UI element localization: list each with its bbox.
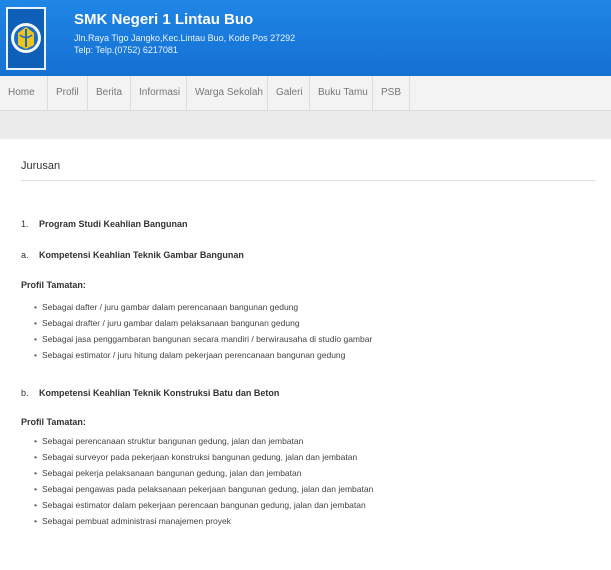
list-item: Sebagai pekerja pelaksanaan bangunan ged… (34, 465, 373, 481)
list-item: Sebagai dafter / juru gambar dalam peren… (34, 299, 372, 315)
program-heading: 1. Program Studi Keahlian Bangunan (21, 219, 188, 229)
main-content: Jurusan 1. Program Studi Keahlian Banguna… (0, 139, 611, 570)
nav-item-galeri[interactable]: Galeri (268, 76, 310, 110)
profile-list-a: Sebagai dafter / juru gambar dalam peren… (34, 299, 372, 363)
list-item: Sebagai pembuat administrasi manajemen p… (34, 513, 373, 529)
school-phone: Telp: Telp.(0752) 6217081 (74, 45, 178, 55)
school-name[interactable]: SMK Negeri 1 Lintau Buo (74, 11, 253, 28)
profile-label-a: Profil Tamatan: (21, 280, 86, 290)
page-title: Jurusan (21, 160, 61, 172)
nav-item-psb[interactable]: PSB (373, 76, 410, 110)
list-item: Sebagai estimator / juru hitung dalam pe… (34, 347, 372, 363)
main-nav: Home Profil Berita Informasi Warga Sekol… (0, 76, 611, 111)
list-item: Sebagai surveyor pada pekerjaan konstruk… (34, 449, 373, 465)
section-number: b. (21, 388, 29, 398)
list-item: Sebagai pengawas pada pelaksanaan pekerj… (34, 481, 373, 497)
nav-item-profil[interactable]: Profil (48, 76, 88, 110)
title-divider (21, 180, 596, 181)
nav-item-berita[interactable]: Berita (88, 76, 131, 110)
section-title: Kompetensi Keahlian Teknik Gambar Bangun… (39, 250, 244, 260)
nav-item-warga-sekolah[interactable]: Warga Sekolah (187, 76, 268, 110)
nav-item-buku-tamu[interactable]: Buku Tamu (310, 76, 373, 110)
list-item: Sebagai drafter / juru gambar dalam pela… (34, 315, 372, 331)
nav-item-home[interactable]: Home (0, 76, 48, 110)
section-number: a. (21, 250, 29, 260)
school-address: Jln.Raya Tigo Jangko,Kec.Lintau Buo, Kod… (74, 33, 296, 43)
program-title: Program Studi Keahlian Bangunan (39, 219, 188, 229)
school-emblem-icon[interactable] (6, 7, 46, 70)
list-item: Sebagai jasa penggambaran bangunan secar… (34, 331, 372, 347)
list-item: Sebagai estimator dalam pekerjaan perenc… (34, 497, 373, 513)
list-item: Sebagai perencanaan struktur bangunan ge… (34, 433, 373, 449)
section-title: Kompetensi Keahlian Teknik Konstruksi Ba… (39, 388, 280, 398)
section-heading-b: b. Kompetensi Keahlian Teknik Konstruksi … (21, 388, 279, 398)
profile-list-b: Sebagai perencanaan struktur bangunan ge… (34, 433, 373, 529)
nav-spacer (0, 111, 611, 139)
site-header: SMK Negeri 1 Lintau Buo Jln.Raya Tigo Ja… (0, 0, 611, 76)
program-number: 1. (21, 219, 29, 229)
nav-item-informasi[interactable]: Informasi (131, 76, 187, 110)
section-heading-a: a. Kompetensi Keahlian Teknik Gambar Bang… (21, 250, 244, 260)
profile-label-b: Profil Tamatan: (21, 417, 86, 427)
